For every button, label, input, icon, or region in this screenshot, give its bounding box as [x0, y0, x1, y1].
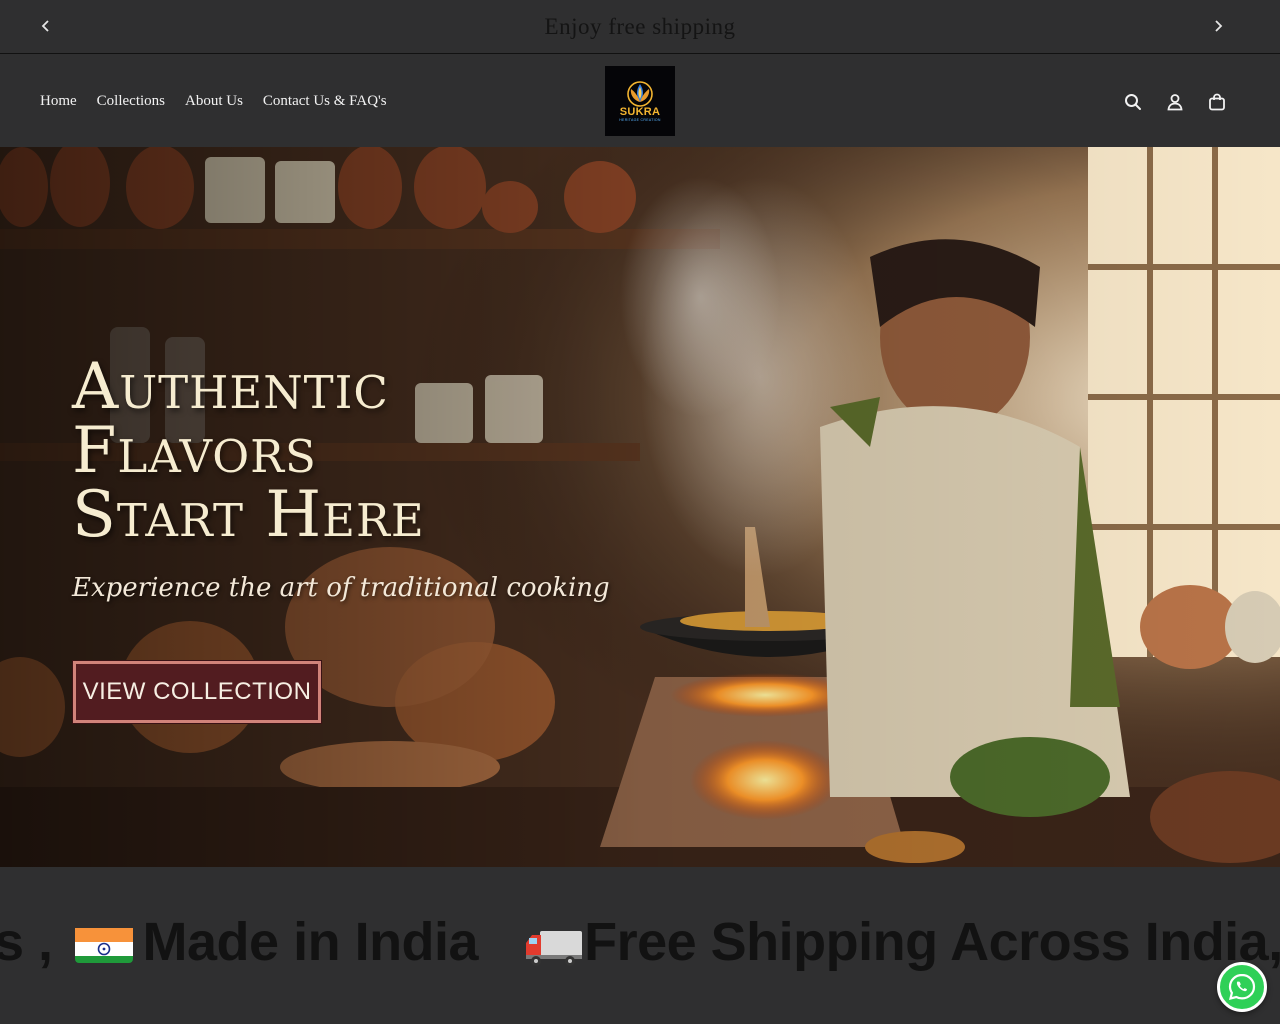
- nav-contact-faq[interactable]: Contact Us & FAQ's: [263, 93, 387, 110]
- nav-about-us[interactable]: About Us: [185, 93, 243, 110]
- chevron-right-icon: [1215, 20, 1223, 32]
- logo-tagline: HERITAGE CREATION: [619, 118, 661, 122]
- hero-headline-line-1: Authentic: [72, 350, 389, 424]
- hero-headline-line-2: Flavors: [72, 414, 317, 488]
- account-button[interactable]: [1164, 91, 1186, 113]
- header-actions: [1122, 91, 1228, 113]
- whatsapp-chat-button[interactable]: [1217, 962, 1267, 1012]
- marquee-lead-text: s ,: [0, 912, 53, 972]
- whatsapp-icon: [1228, 973, 1256, 1001]
- hero-subheadline: Experience the art of traditional cookin…: [72, 573, 610, 603]
- site-logo[interactable]: SUKRA HERITAGE CREATION: [605, 66, 675, 136]
- view-collection-label: VIEW COLLECTION: [82, 678, 312, 705]
- hero-headline: Authentic Flavors Start Here: [72, 355, 425, 547]
- hero-banner: Authentic Flavors Start Here Experience …: [0, 147, 1280, 867]
- cart-button[interactable]: [1206, 91, 1228, 113]
- announcement-marquee: s , Made in India Free Shipping Across I…: [0, 867, 1280, 1024]
- india-flag-icon: [74, 921, 133, 963]
- announcement-next-button[interactable]: [1206, 14, 1230, 38]
- view-collection-button[interactable]: VIEW COLLECTION: [73, 661, 321, 723]
- nav-home[interactable]: Home: [40, 93, 77, 110]
- marquee-track: s , Made in India Free Shipping Across I…: [0, 911, 1280, 973]
- search-button[interactable]: [1122, 91, 1144, 113]
- site-header: Home Collections About Us Contact Us & F…: [0, 55, 1280, 147]
- delivery-truck-icon: [524, 920, 584, 966]
- search-icon: [1125, 94, 1141, 110]
- marquee-item-made-in-india: Made in India: [142, 912, 479, 972]
- account-icon: [1167, 94, 1183, 111]
- announcement-bar: Enjoy free shipping: [0, 0, 1280, 54]
- announcement-message: Enjoy free shipping: [544, 14, 736, 39]
- main-nav: Home Collections About Us Contact Us & F…: [40, 93, 387, 110]
- cart-icon: [1209, 93, 1225, 111]
- logo-brand: SUKRA: [619, 106, 661, 118]
- marquee-item-free-shipping: Free Shipping Across India,: [584, 912, 1280, 972]
- nav-collections[interactable]: Collections: [97, 93, 165, 110]
- hero-headline-line-3: Start Here: [72, 478, 425, 552]
